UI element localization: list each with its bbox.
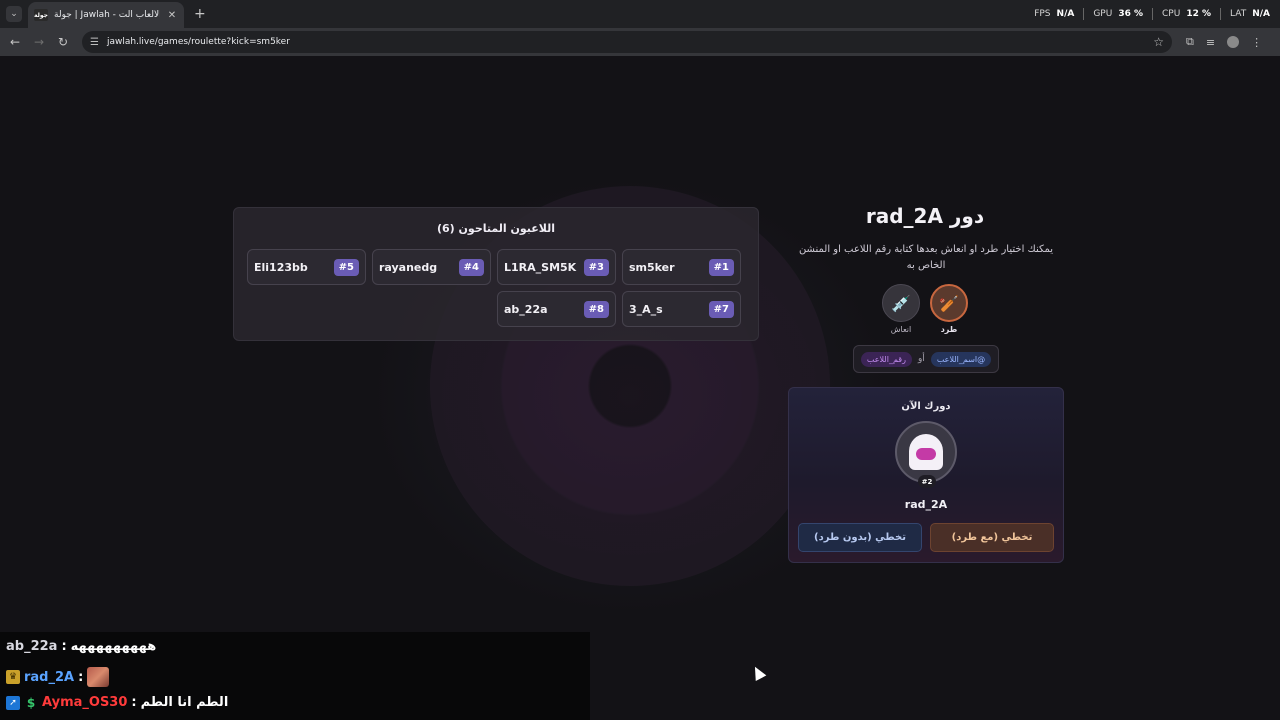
divider [1220, 8, 1222, 20]
input-format-hint: @اسم_اللاعب أو رقم_اللاعب [853, 345, 999, 373]
tab-bar: ⌄ جولة جولة | Jawlah - منصة الألعاب الت.… [0, 0, 1280, 28]
turn-title: دور rad_2A [865, 204, 985, 228]
toolbar-icons: ⧉ ≡ ⋮ [1186, 35, 1262, 49]
url-text[interactable]: jawlah.live/games/roulette?kick=sm5ker [107, 37, 1145, 47]
back-icon[interactable]: ← [6, 33, 24, 51]
player-number: #3 [583, 258, 609, 276]
divider [1152, 8, 1154, 20]
available-players-panel: اللاعبون المتاحون (6) sm5ker #1 L1RA_SM5… [233, 207, 759, 341]
player-card[interactable]: L1RA_SM5K #3 [497, 249, 616, 285]
close-icon[interactable]: ✕ [166, 10, 178, 21]
player-name: L1RA_SM5K [504, 260, 577, 274]
player-card[interactable]: 3_A_s #7 [622, 291, 741, 327]
performance-overlay: FPS N/A GPU 36 % CPU 12 % LAT N/A [1034, 8, 1270, 20]
gpu-value: 36 % [1118, 9, 1144, 19]
kick-label: طرد [940, 325, 958, 334]
revive-action-button[interactable]: 💉 [882, 284, 920, 322]
player-number: #7 [708, 300, 734, 318]
omnibox[interactable]: ☰ jawlah.live/games/roulette?kick=sm5ker… [82, 31, 1172, 53]
fps-value: N/A [1056, 9, 1075, 19]
player-name: 3_A_s [629, 302, 663, 316]
player-card[interactable]: sm5ker #1 [622, 249, 741, 285]
player-name: rayanedg [379, 260, 438, 274]
media-icon[interactable]: ≡ [1206, 36, 1215, 49]
gpu-label: GPU [1093, 9, 1113, 19]
player-number: #8 [583, 300, 609, 318]
revive-label: انعاش [890, 325, 912, 334]
players-title: اللاعبون المتاحون (6) [436, 222, 556, 235]
mention-chip: @اسم_اللاعب [930, 351, 992, 367]
current-player-name: rad_2A [904, 498, 948, 511]
tab-title: جولة | Jawlah - منصة الألعاب الت... [54, 10, 160, 20]
game-page: اللاعبون المتاحون (6) sm5ker #1 L1RA_SM5… [0, 56, 1280, 720]
player-number: #5 [333, 258, 359, 276]
site-info-icon[interactable]: ☰ [90, 37, 99, 48]
your-turn-label: دورك الآن [901, 401, 951, 412]
dollar-icon: $ [26, 695, 36, 710]
menu-icon[interactable]: ⋮ [1251, 36, 1262, 49]
profile-avatar[interactable] [1227, 36, 1240, 48]
crown-icon: ♛ [6, 670, 20, 684]
chat-username: rad_2A [24, 669, 75, 685]
player-name: sm5ker [629, 260, 675, 274]
player-card[interactable]: Eli123bb #5 [247, 249, 366, 285]
chat-separator: : [61, 639, 67, 654]
cpu-value: 12 % [1186, 9, 1212, 19]
stream-chat-overlay: ab_22a : هههههههههه ♛ rad_2A : ➚ $ Ayma_… [0, 632, 590, 720]
turn-hint: يمكنك اختيار طرد او انعاش بعدها كتابة رق… [798, 244, 1054, 271]
browser-tab[interactable]: جولة جولة | Jawlah - منصة الألعاب الت...… [28, 2, 184, 28]
chat-message: ♛ rad_2A : [6, 667, 110, 687]
chat-separator: : [78, 669, 84, 685]
number-chip: رقم_اللاعب [860, 351, 912, 367]
current-turn-card: دورك الآن #2 rad_2A تخطي (مع طرد) تخطي (… [788, 387, 1064, 563]
address-bar: ← → ↻ ☰ jawlah.live/games/roulette?kick=… [0, 28, 1280, 56]
tab-search-icon[interactable]: ⌄ [6, 6, 22, 22]
player-name: ab_22a [504, 302, 548, 316]
syringe-icon: 💉 [891, 293, 911, 313]
skip-with-kick-button[interactable]: تخطي (مع طرد) [930, 523, 1054, 552]
emote-icon [87, 667, 110, 687]
chat-message: ab_22a : هههههههههه [6, 639, 156, 654]
player-number: #1 [708, 258, 734, 276]
player-card[interactable]: rayanedg #4 [372, 249, 491, 285]
fps-label: FPS [1034, 9, 1051, 19]
or-text: أو [917, 354, 925, 364]
chat-text: هههههههههه [70, 639, 157, 654]
new-tab-icon[interactable]: + [194, 6, 206, 22]
reload-icon[interactable]: ↻ [54, 33, 72, 51]
divider [1083, 8, 1085, 20]
player-card[interactable]: ab_22a #8 [497, 291, 616, 327]
extensions-icon[interactable]: ⧉ [1186, 35, 1194, 49]
bat-icon: 🏏 [939, 293, 959, 313]
favicon: جولة [34, 9, 48, 21]
chat-username: Ayma_OS30 [42, 695, 128, 710]
chat-message: ➚ $ Ayma_OS30 : الطم انا الطم [6, 695, 228, 710]
kick-action-button[interactable]: 🏏 [930, 284, 968, 322]
player-name: Eli123bb [254, 260, 308, 274]
bookmark-star-icon[interactable]: ☆ [1153, 35, 1164, 49]
skip-without-kick-button[interactable]: تخطي (بدون طرد) [798, 523, 922, 552]
chat-username: ab_22a [6, 639, 58, 654]
chat-separator: : [131, 695, 137, 710]
cpu-label: CPU [1162, 9, 1181, 19]
lat-value: N/A [1252, 9, 1270, 19]
avatar [895, 421, 957, 483]
chat-text: الطم انا الطم [140, 695, 229, 710]
player-number-badge: #2 [918, 475, 936, 488]
forward-icon[interactable]: → [30, 33, 48, 51]
ghost-icon [909, 434, 943, 470]
player-number: #4 [458, 258, 484, 276]
lat-label: LAT [1230, 9, 1247, 19]
verified-icon: ➚ [6, 695, 20, 710]
